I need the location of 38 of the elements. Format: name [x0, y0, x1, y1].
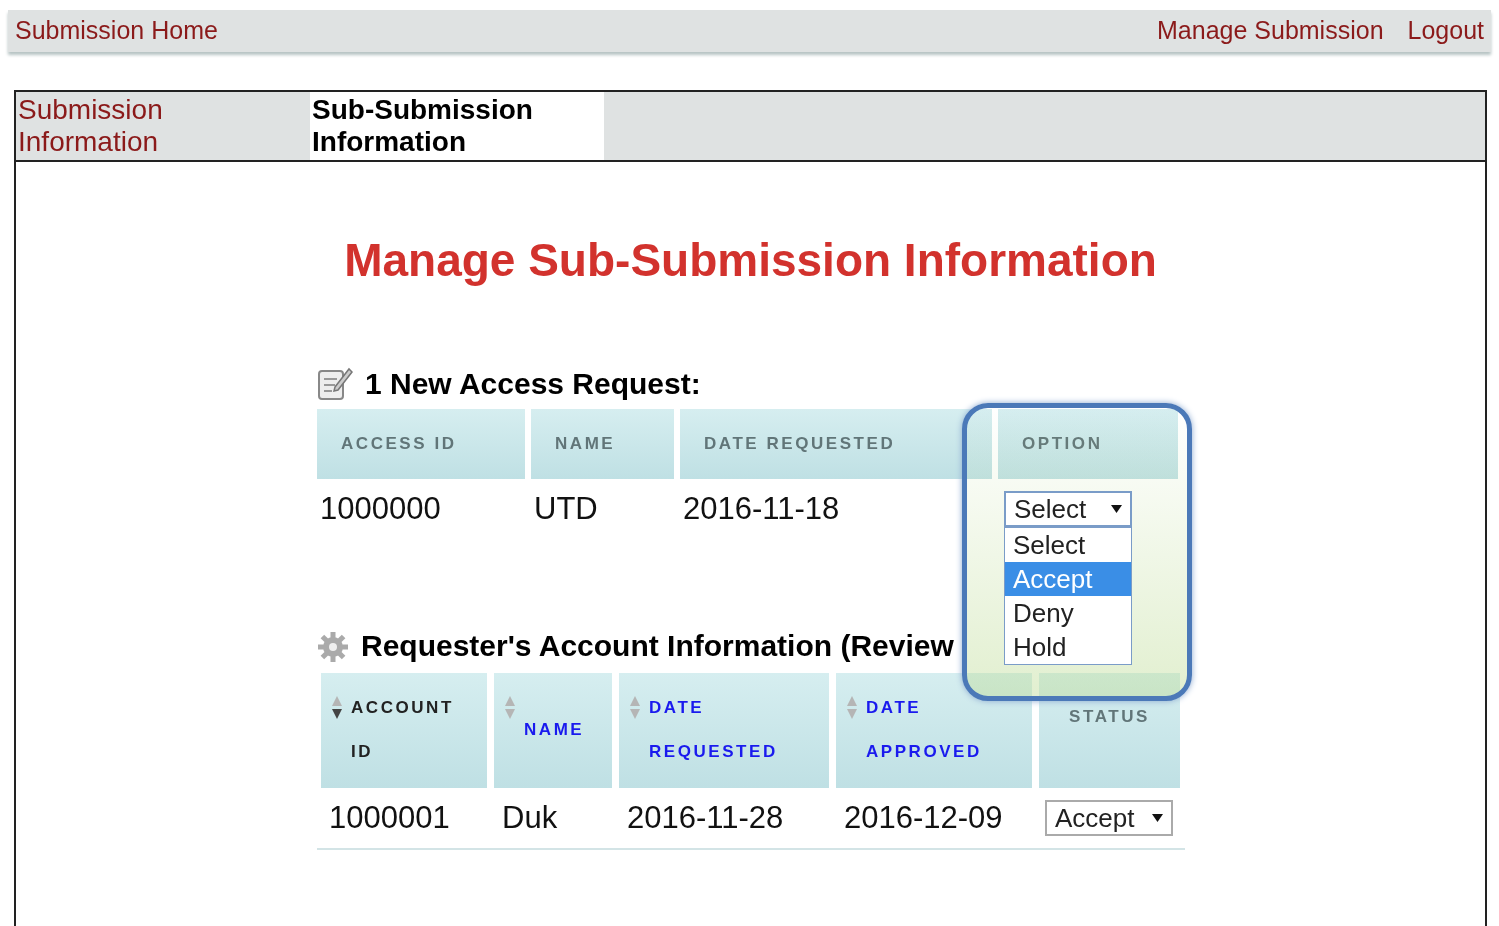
- edit-icon: [317, 365, 353, 401]
- option-select[interactable]: Select: [1004, 491, 1132, 527]
- caret-icon: [1111, 504, 1122, 514]
- dropdown-option[interactable]: Deny: [1005, 596, 1131, 630]
- column-header[interactable]: DATE APPROVED: [836, 673, 1032, 788]
- table-cell-text: 2016-11-28: [626, 798, 785, 837]
- nav-link[interactable]: Logout: [1407, 12, 1484, 50]
- table-cell-text: Duk: [501, 798, 559, 837]
- column-header[interactable]: NAME: [494, 673, 612, 788]
- header-label: DATE APPROVED: [866, 697, 982, 763]
- section-heading: Requester's Account Information (Review: [361, 629, 954, 663]
- table-cell-text: 2016-12-09: [843, 798, 1004, 837]
- dropdown-option[interactable]: Select: [1005, 528, 1131, 562]
- table-cell-text: 1000001: [328, 798, 451, 837]
- header-label: DATE REQUESTED: [649, 697, 778, 763]
- dropdown-option[interactable]: Hold: [1005, 630, 1131, 664]
- page-title: Manage Sub-Submission Information: [343, 233, 1158, 288]
- column-header: DATE REQUESTED: [680, 409, 992, 479]
- column-header[interactable]: DATE REQUESTED: [619, 673, 829, 788]
- column-header: NAME: [531, 409, 674, 479]
- section-heading: 1 New Access Request:: [365, 367, 701, 401]
- header-label: ACCOUNT ID: [351, 697, 454, 763]
- column-header: OPTION: [998, 409, 1178, 479]
- header-label: STATUS: [1069, 706, 1151, 728]
- table-cell-text: 2016-11-18: [682, 489, 841, 528]
- column-header: ACCESS ID: [317, 409, 525, 479]
- table-cell-text: UTD: [533, 489, 599, 528]
- option-select[interactable]: Accept: [1045, 800, 1173, 836]
- sort-icon[interactable]: [331, 695, 343, 721]
- header-label: NAME: [524, 719, 585, 741]
- caret-icon: [1152, 813, 1163, 823]
- nav-link[interactable]: Manage Submission: [1157, 12, 1384, 50]
- tab[interactable]: Submission Information: [16, 92, 310, 160]
- tab[interactable]: Sub-Submission Information: [310, 92, 604, 160]
- gear-icon: [317, 631, 349, 663]
- column-header[interactable]: ACCOUNT ID: [321, 673, 487, 788]
- home-link[interactable]: Submission Home: [15, 12, 218, 50]
- table-cell-text: 1000000: [319, 489, 442, 528]
